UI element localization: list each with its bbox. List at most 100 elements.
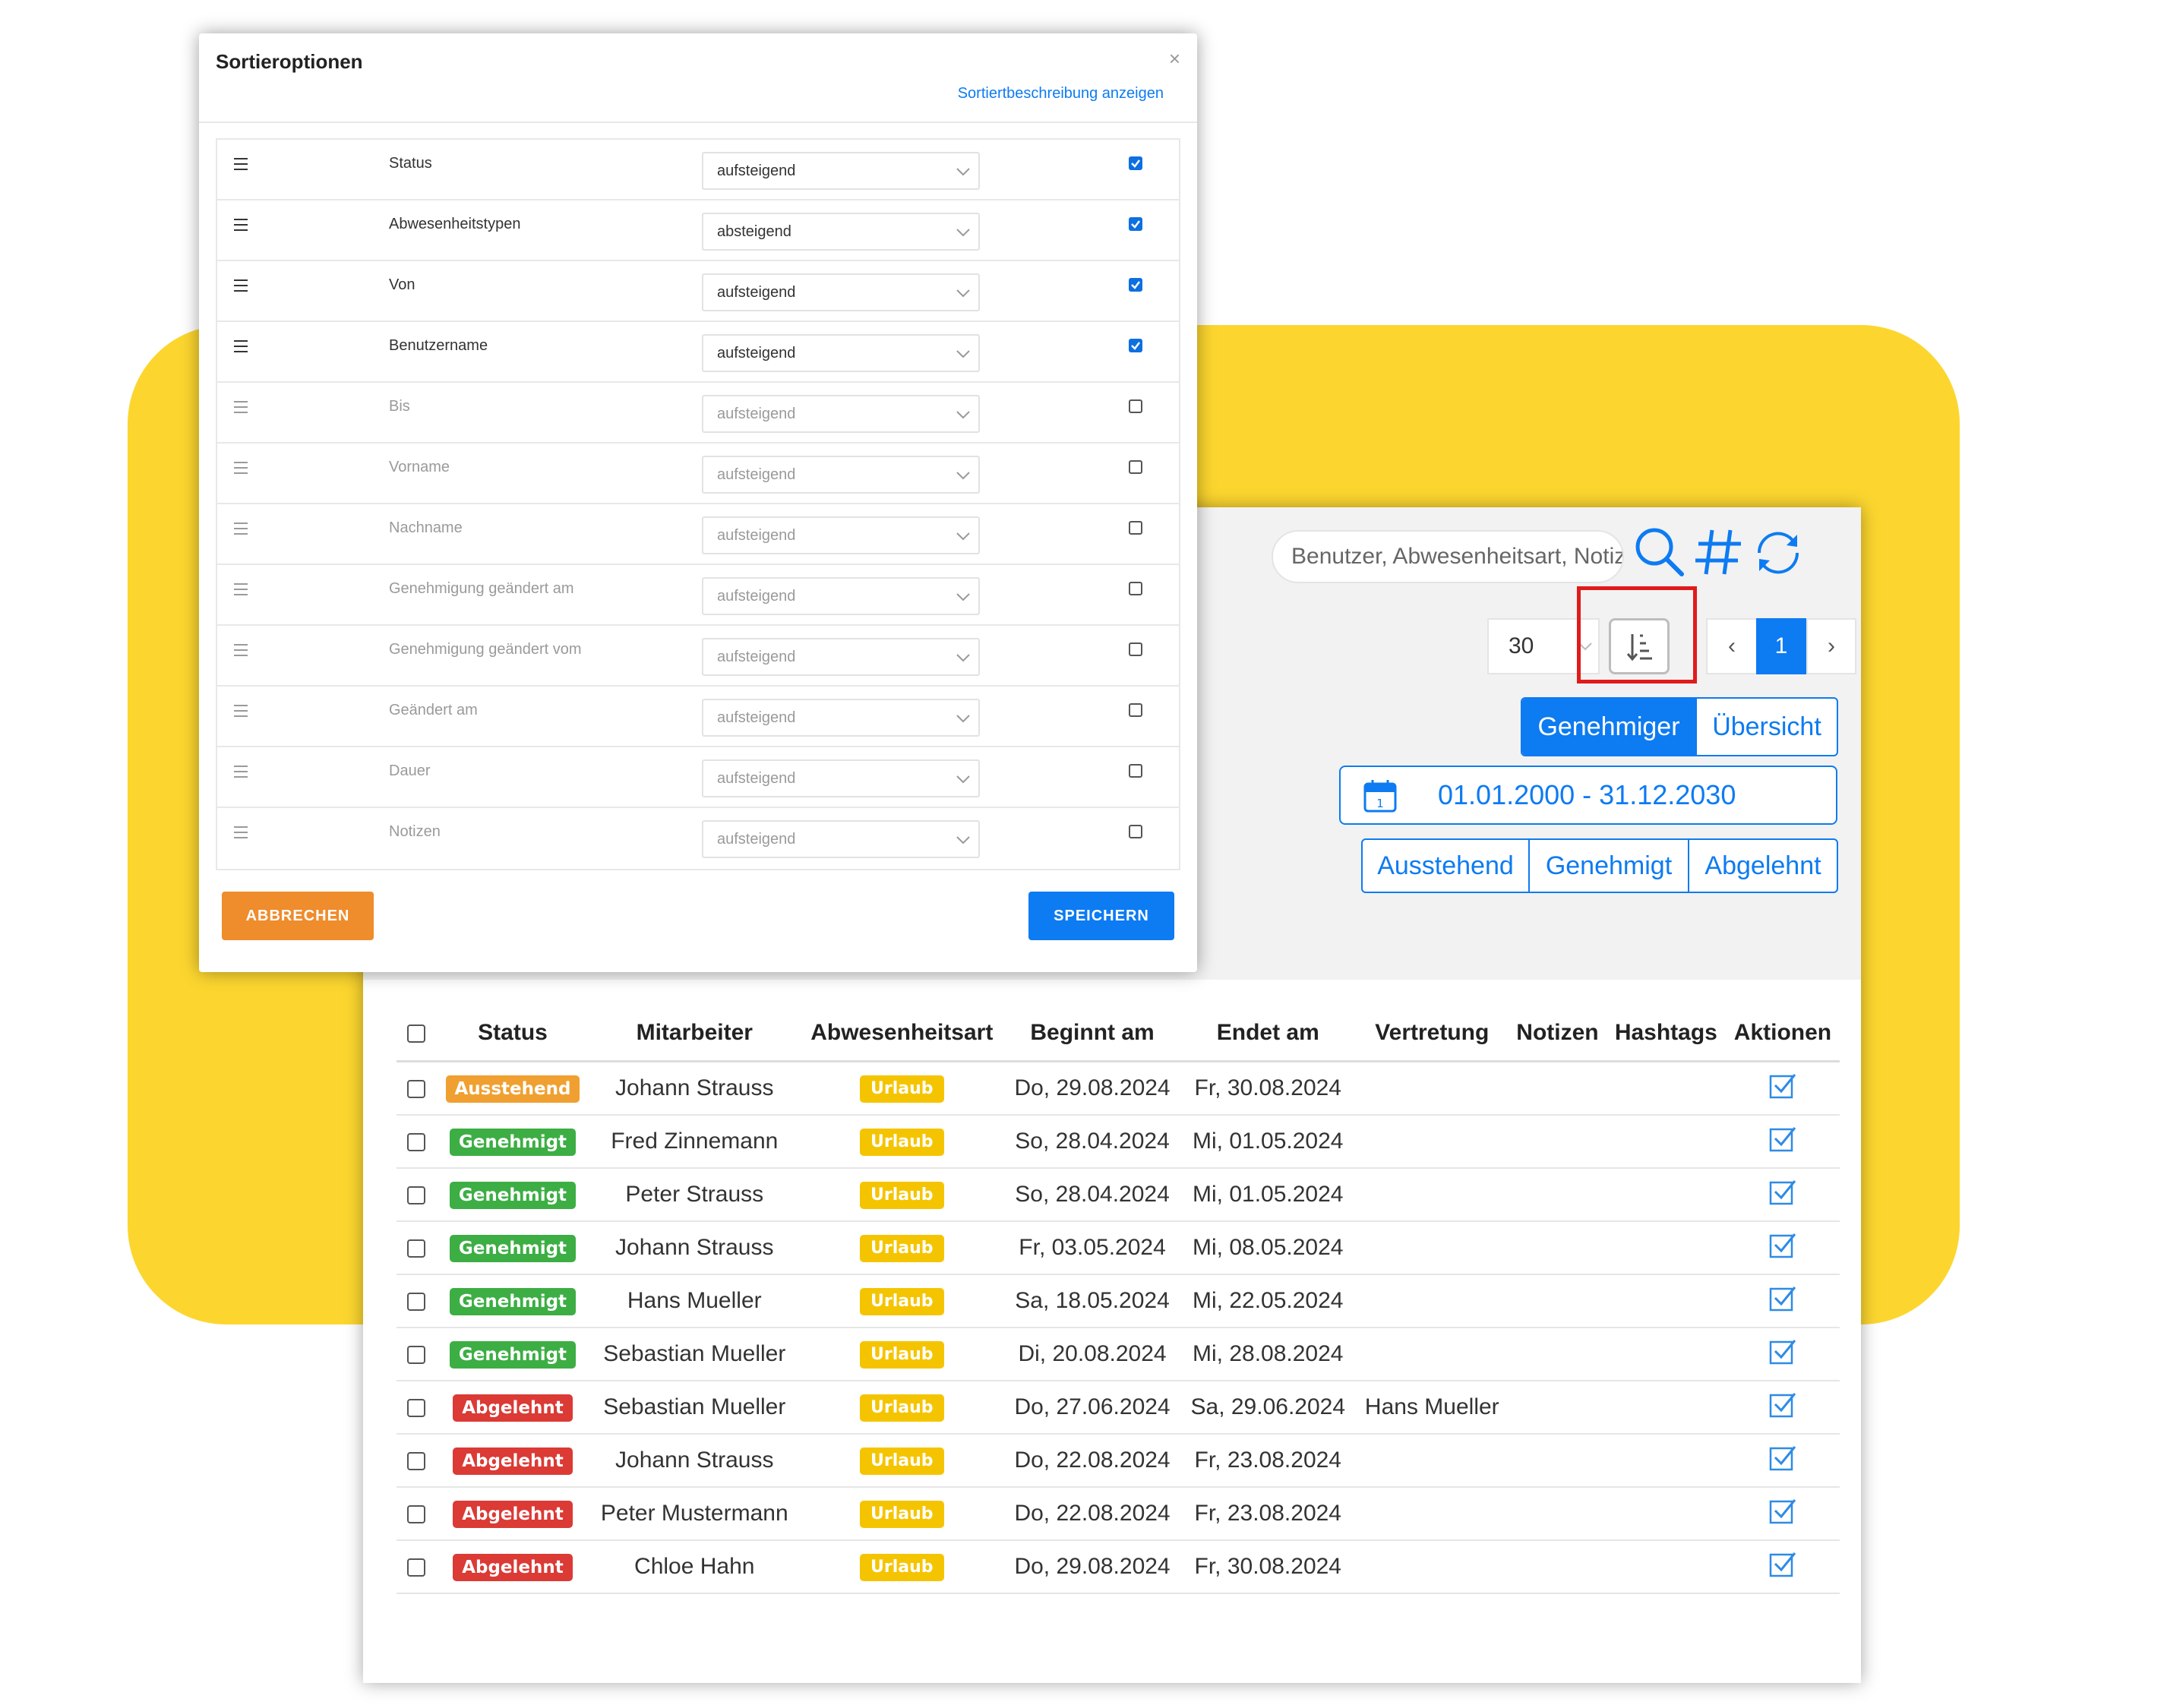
edit-check-icon[interactable]: [1768, 1336, 1798, 1366]
search-icon[interactable]: [1632, 524, 1688, 580]
header-end[interactable]: Endet am: [1180, 1006, 1356, 1062]
sort-order-select[interactable]: aufsteigend: [702, 820, 980, 858]
save-button[interactable]: SPEICHERN: [1028, 892, 1174, 940]
table-body: Ausstehend Johann Strauss Urlaub Do, 29.08.…: [396, 1061, 1840, 1594]
row-checkbox[interactable]: [407, 1133, 425, 1152]
sort-enabled-checkbox[interactable]: [1129, 582, 1142, 595]
search-input[interactable]: Benutzer, Abwesenheitsart, Notizen: [1272, 530, 1624, 583]
pagination-prev-button[interactable]: ‹: [1706, 618, 1756, 674]
sort-enabled-checkbox[interactable]: [1129, 825, 1142, 838]
drag-handle-icon[interactable]: [234, 279, 248, 295]
header-employee[interactable]: Mitarbeiter: [589, 1006, 800, 1062]
row-checkbox[interactable]: [407, 1346, 425, 1365]
drag-handle-icon[interactable]: [234, 462, 248, 478]
drag-handle-icon[interactable]: [234, 705, 248, 721]
sort-order-select[interactable]: aufsteigend: [702, 638, 980, 676]
row-checkbox[interactable]: [407, 1080, 425, 1099]
edit-check-icon[interactable]: [1768, 1549, 1798, 1579]
sort-enabled-checkbox[interactable]: [1129, 156, 1142, 170]
edit-check-icon[interactable]: [1768, 1389, 1798, 1419]
view-approver-button[interactable]: Genehmiger: [1522, 699, 1695, 755]
table-row[interactable]: Genehmigt Hans Mueller Urlaub Sa, 18.05.202…: [396, 1274, 1840, 1328]
drag-handle-icon[interactable]: [234, 583, 248, 599]
pagination-next-button[interactable]: ›: [1806, 618, 1856, 674]
header-hashtags[interactable]: Hashtags: [1606, 1006, 1726, 1062]
sort-order-select[interactable]: aufsteigend: [702, 456, 980, 494]
sort-order-select[interactable]: aufsteigend: [702, 334, 980, 372]
edit-check-icon[interactable]: [1768, 1283, 1798, 1313]
chevron-down-icon: [956, 229, 970, 237]
edit-check-icon[interactable]: [1768, 1442, 1798, 1473]
drag-handle-icon[interactable]: [234, 523, 248, 538]
sort-order-select[interactable]: aufsteigend: [702, 759, 980, 797]
table-row[interactable]: Genehmigt Fred Zinnemann Urlaub So, 28.04.2…: [396, 1115, 1840, 1169]
row-checkbox[interactable]: [407, 1186, 425, 1205]
drag-handle-icon[interactable]: [234, 644, 248, 660]
substitute-cell: [1355, 1487, 1509, 1541]
cancel-button[interactable]: ABBRECHEN: [222, 892, 374, 940]
sort-enabled-checkbox[interactable]: [1129, 642, 1142, 656]
table-row[interactable]: Abgelehnt Peter Mustermann Urlaub Do, 22.08…: [396, 1487, 1840, 1541]
row-checkbox[interactable]: [407, 1505, 425, 1524]
sort-enabled-checkbox[interactable]: [1129, 521, 1142, 535]
row-checkbox[interactable]: [407, 1399, 425, 1418]
select-all-checkbox[interactable]: [407, 1024, 425, 1043]
drag-handle-icon[interactable]: [234, 826, 248, 842]
sort-enabled-checkbox[interactable]: [1129, 399, 1142, 413]
edit-check-icon[interactable]: [1768, 1176, 1798, 1207]
filter-pending-button[interactable]: Ausstehend: [1363, 840, 1528, 892]
table-row[interactable]: Ausstehend Johann Strauss Urlaub Do, 29.08.…: [396, 1061, 1840, 1116]
sort-enabled-checkbox[interactable]: [1129, 764, 1142, 778]
sort-order-select[interactable]: absteigend: [702, 213, 980, 251]
sort-description-link[interactable]: Sortiertbeschreibung anzeigen: [958, 85, 1164, 103]
filter-approved-button[interactable]: Genehmigt: [1528, 840, 1688, 892]
sort-order-select[interactable]: aufsteigend: [702, 516, 980, 554]
table-row[interactable]: Genehmigt Johann Strauss Urlaub Fr, 03.05.2…: [396, 1221, 1840, 1275]
hashtag-icon[interactable]: [1691, 524, 1747, 580]
sort-order-select[interactable]: aufsteigend: [702, 273, 980, 311]
table-row[interactable]: Abgelehnt Chloe Hahn Urlaub Do, 29.08.2024 F…: [396, 1540, 1840, 1594]
row-checkbox[interactable]: [407, 1452, 425, 1471]
drag-handle-icon[interactable]: [234, 219, 248, 235]
header-notes[interactable]: Notizen: [1509, 1006, 1607, 1062]
table-row[interactable]: Abgelehnt Sebastian Mueller Urlaub Do, 27.0…: [396, 1381, 1840, 1435]
header-status[interactable]: Status: [436, 1006, 589, 1062]
row-checkbox[interactable]: [407, 1239, 425, 1258]
sort-enabled-checkbox[interactable]: [1129, 339, 1142, 352]
drag-handle-icon[interactable]: [234, 766, 248, 781]
header-start[interactable]: Beginnt am: [1003, 1006, 1181, 1062]
edit-check-icon[interactable]: [1768, 1123, 1798, 1154]
actions-cell: [1725, 1328, 1840, 1381]
sort-enabled-checkbox[interactable]: [1129, 460, 1142, 474]
table-row[interactable]: Genehmigt Sebastian Mueller Urlaub Di, 20.0…: [396, 1328, 1840, 1381]
refresh-icon[interactable]: [1750, 524, 1806, 580]
sort-order-select[interactable]: aufsteigend: [702, 152, 980, 190]
sort-order-select[interactable]: aufsteigend: [702, 577, 980, 615]
edit-check-icon[interactable]: [1768, 1230, 1798, 1260]
close-icon[interactable]: ×: [1169, 47, 1180, 71]
drag-handle-icon[interactable]: [234, 401, 248, 417]
hashtags-cell: [1606, 1328, 1726, 1381]
sort-options-modal: Sortieroptionen × Sortiertbeschreibung a…: [199, 33, 1197, 972]
sort-order-select[interactable]: aufsteigend: [702, 395, 980, 433]
sort-criterion-row: Benutzername aufsteigend: [217, 322, 1179, 383]
edit-check-icon[interactable]: [1768, 1070, 1798, 1100]
drag-handle-icon[interactable]: [234, 340, 248, 356]
header-absence-type[interactable]: Abwesenheitsart: [799, 1006, 1004, 1062]
date-range-picker[interactable]: 1 01.01.2000 - 31.12.2030: [1339, 766, 1837, 825]
view-overview-button[interactable]: Übersicht: [1695, 699, 1837, 755]
header-substitute[interactable]: Vertretung: [1355, 1006, 1509, 1062]
drag-handle-icon[interactable]: [234, 158, 248, 174]
sort-criterion-label: Abwesenheitstypen: [389, 216, 521, 232]
row-checkbox[interactable]: [407, 1558, 425, 1577]
sort-enabled-checkbox[interactable]: [1129, 217, 1142, 231]
edit-check-icon[interactable]: [1768, 1495, 1798, 1526]
sort-order-select[interactable]: aufsteigend: [702, 699, 980, 737]
table-row[interactable]: Genehmigt Peter Strauss Urlaub So, 28.04.20…: [396, 1168, 1840, 1222]
table-row[interactable]: Abgelehnt Johann Strauss Urlaub Do, 22.08.2…: [396, 1434, 1840, 1488]
row-checkbox[interactable]: [407, 1293, 425, 1312]
sort-enabled-checkbox[interactable]: [1129, 703, 1142, 717]
sort-enabled-checkbox[interactable]: [1129, 278, 1142, 292]
filter-rejected-button[interactable]: Abgelehnt: [1688, 840, 1837, 892]
pagination-page-1[interactable]: 1: [1756, 618, 1806, 674]
